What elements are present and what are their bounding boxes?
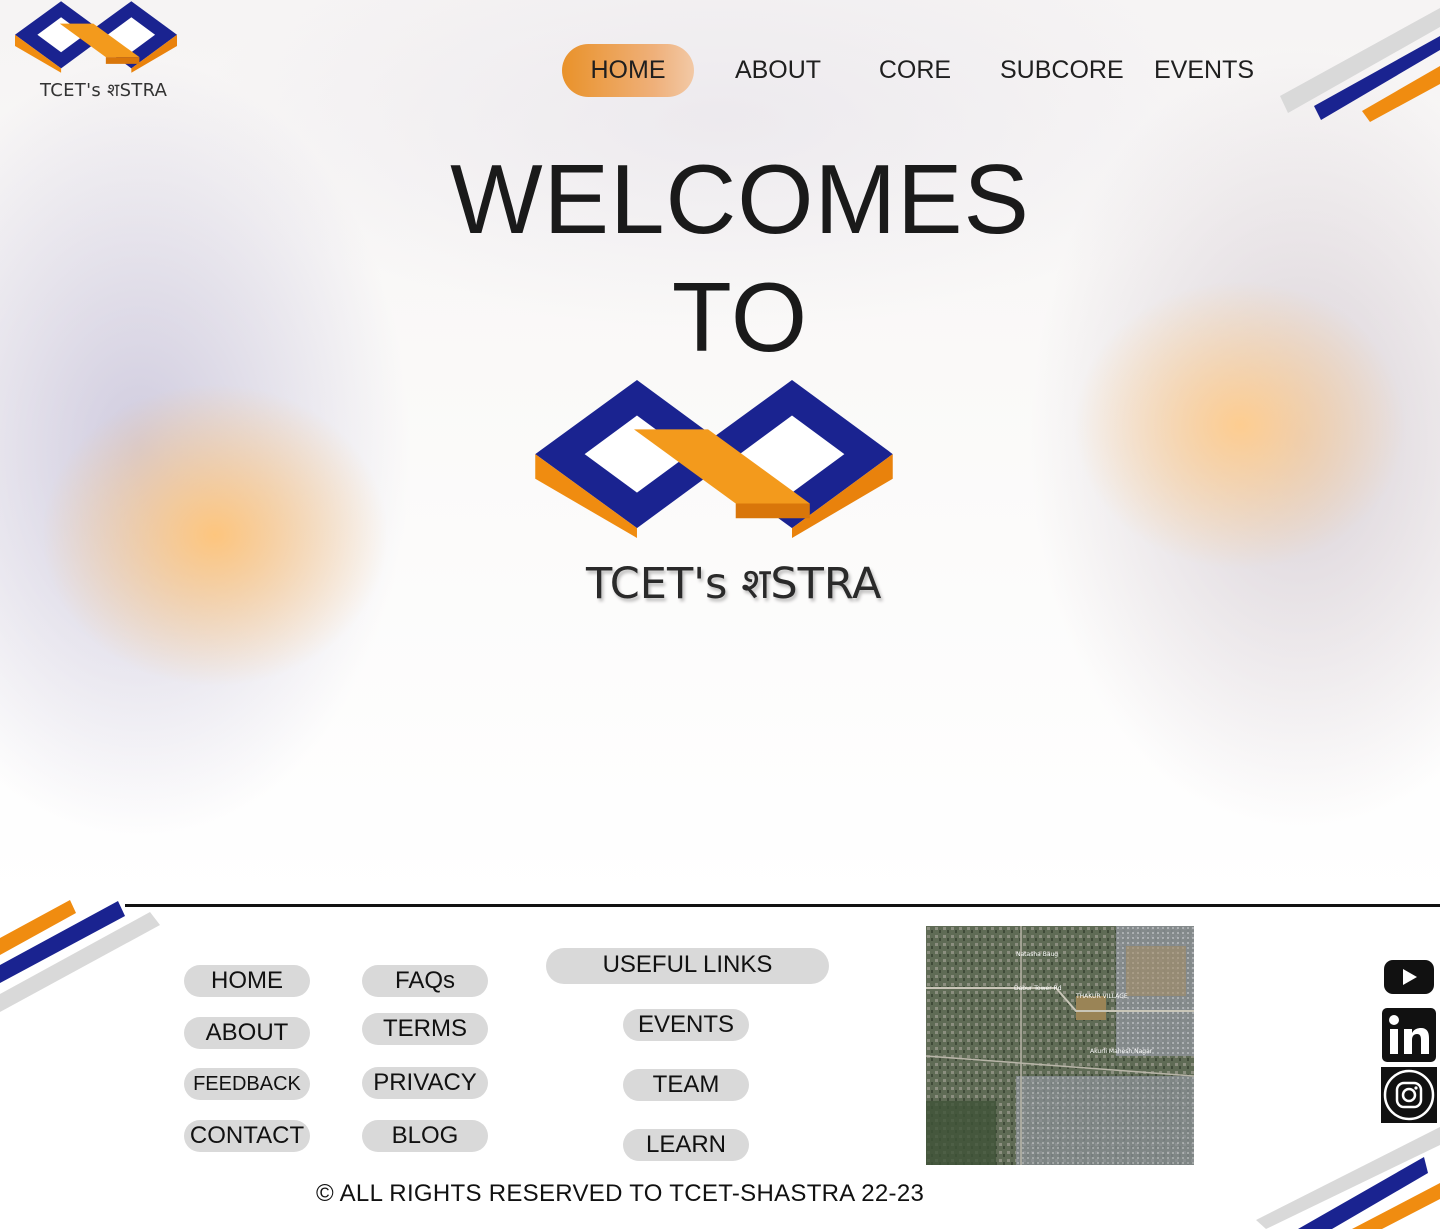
- bottom-right-stripes: [1256, 1127, 1440, 1229]
- footer-link-blog[interactable]: BLOG: [362, 1120, 488, 1152]
- footer-link-faqs[interactable]: FAQs: [362, 965, 488, 997]
- nav-home[interactable]: HOME: [562, 44, 694, 97]
- footer-link-learn[interactable]: LEARN: [623, 1129, 749, 1161]
- top-logo-text: TCET's शSTRA: [40, 80, 168, 101]
- hero-title-line1: WELCOMES: [450, 144, 1030, 254]
- bottom-left-stripes: [0, 900, 160, 1012]
- map-label-2: Dabur Tower Rd: [1014, 985, 1062, 992]
- hero-logo-icon: [535, 380, 893, 538]
- top-right-stripes: [1280, 8, 1440, 122]
- top-logo-icon[interactable]: [15, 0, 177, 74]
- footer-link-contact[interactable]: CONTACT: [184, 1120, 310, 1152]
- youtube-icon[interactable]: [1381, 958, 1437, 996]
- map-label-3: THAKUR VILLAGE: [1075, 993, 1128, 1000]
- nav-core[interactable]: CORE: [875, 44, 955, 97]
- hero-section: TCET's शSTRA HOME ABOUT CORE SUBCORE EVE…: [0, 0, 1440, 905]
- footer-link-privacy[interactable]: PRIVACY: [362, 1067, 488, 1099]
- nav-subcore[interactable]: SUBCORE: [1000, 44, 1124, 97]
- footer-link-terms[interactable]: TERMS: [362, 1013, 488, 1045]
- location-map[interactable]: Natasha Baug Dabur Tower Rd THAKUR VILLA…: [926, 926, 1194, 1165]
- map-label-1: Natasha Baug: [1016, 951, 1058, 958]
- useful-links-heading: USEFUL LINKS: [546, 948, 829, 984]
- linkedin-icon[interactable]: [1381, 1007, 1437, 1063]
- hero-brand-text: TCET's शSTRA: [586, 559, 882, 609]
- map-label-4: Akurli Mahesh Nagar: [1090, 1048, 1153, 1055]
- nav-events[interactable]: EVENTS: [1154, 44, 1254, 97]
- hero-title-line2: TO: [671, 262, 809, 372]
- hero-title: WELCOMES TO: [0, 140, 1440, 376]
- footer-link-events[interactable]: EVENTS: [623, 1009, 749, 1041]
- nav-about[interactable]: ABOUT: [728, 44, 828, 97]
- footer-link-about[interactable]: ABOUT: [184, 1017, 310, 1049]
- footer-divider: [125, 904, 1440, 907]
- footer-link-feedback[interactable]: FEEDBACK: [184, 1068, 310, 1100]
- footer-link-home[interactable]: HOME: [184, 965, 310, 997]
- instagram-icon[interactable]: [1381, 1067, 1437, 1123]
- copyright-text: © ALL RIGHTS RESERVED TO TCET-SHASTRA 22…: [316, 1180, 925, 1207]
- map-satellite-image: Natasha Baug Dabur Tower Rd THAKUR VILLA…: [926, 926, 1194, 1165]
- footer-link-team[interactable]: TEAM: [623, 1069, 749, 1101]
- main-nav: HOME ABOUT CORE SUBCORE EVENTS: [560, 44, 1280, 97]
